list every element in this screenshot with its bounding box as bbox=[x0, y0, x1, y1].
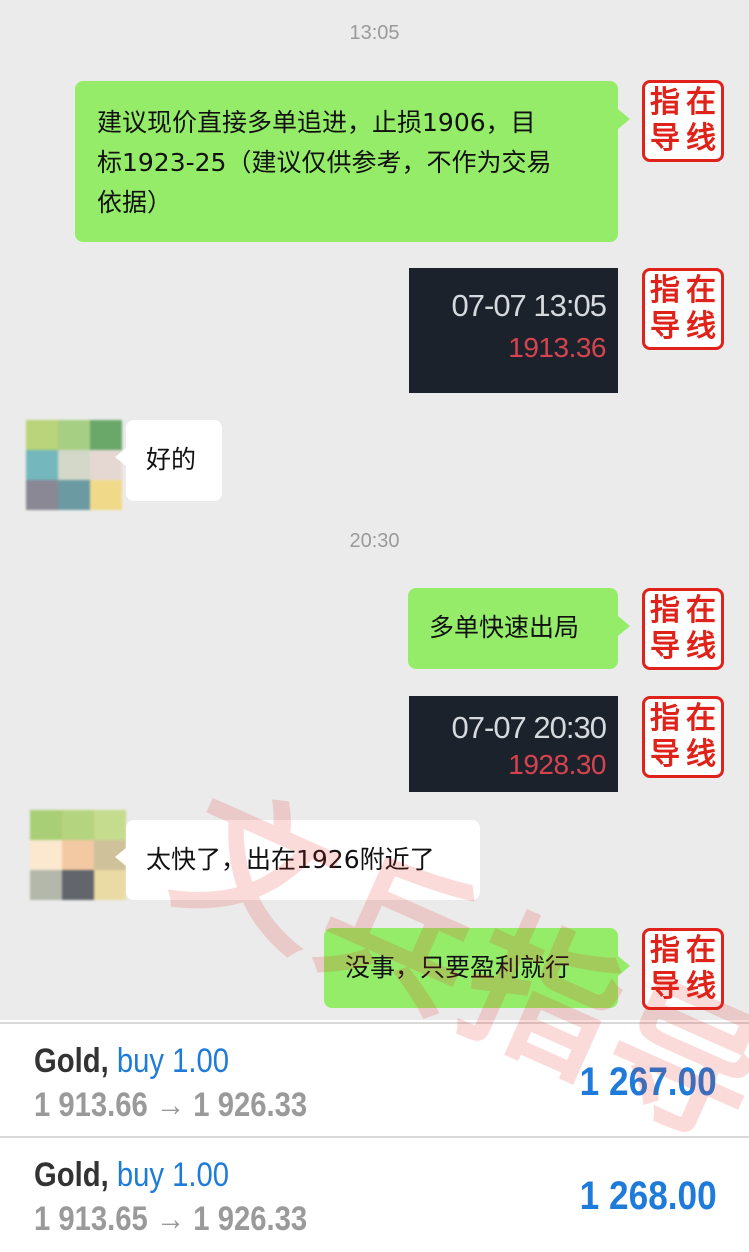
seal-char: 指 bbox=[650, 933, 680, 968]
message-text-line: 依据） bbox=[97, 188, 173, 217]
order-symbol: Gold, bbox=[34, 1042, 109, 1080]
seal-avatar[interactable]: 指 在 导 线 bbox=[642, 588, 724, 670]
order-list: Gold, buy 1.00 1 913.66 → 1 926.33 1 267… bbox=[0, 1020, 749, 1252]
seal-char: 指 bbox=[650, 273, 680, 308]
seal-char: 指 bbox=[650, 701, 680, 736]
seal-char: 在 bbox=[686, 701, 716, 736]
message-bubble-reply[interactable]: 太快了，出在1926附近了 bbox=[115, 820, 480, 900]
order-profit: 1 268.00 bbox=[579, 1174, 717, 1218]
seal-char: 线 bbox=[686, 969, 716, 1004]
order-profit: 1 267.00 bbox=[579, 1060, 717, 1104]
quote-image[interactable]: 07-07 20:30 1928.30 bbox=[409, 696, 618, 792]
order-title: Gold, buy 1.00 bbox=[34, 1156, 229, 1195]
message-bubble-profit[interactable]: 没事，只要盈利就行 bbox=[324, 928, 630, 1008]
message-text: 太快了，出在1926附近了 bbox=[146, 845, 435, 874]
order-side: buy 1.00 bbox=[116, 1156, 230, 1194]
seal-char: 指 bbox=[650, 85, 680, 120]
order-title: Gold, buy 1.00 bbox=[34, 1042, 229, 1081]
quote-price: 1913.36 bbox=[508, 332, 606, 363]
timestamp: 20:30 bbox=[349, 530, 400, 552]
message-text: 没事，只要盈利就行 bbox=[345, 953, 571, 982]
seal-char: 导 bbox=[650, 969, 680, 1004]
order-symbol: Gold, bbox=[34, 1156, 109, 1194]
seal-char: 线 bbox=[686, 629, 716, 664]
seal-char: 在 bbox=[686, 593, 716, 628]
seal-char: 线 bbox=[686, 121, 716, 156]
timestamp: 13:05 bbox=[349, 22, 400, 44]
seal-avatar[interactable]: 指 在 导 线 bbox=[642, 80, 724, 162]
order-side: buy 1.00 bbox=[116, 1042, 230, 1080]
seal-char: 线 bbox=[686, 309, 716, 344]
seal-avatar[interactable]: 指 在 导 线 bbox=[642, 928, 724, 1010]
message-text-line: 建议现价直接多单追进，止损1906，目 bbox=[97, 108, 536, 137]
message-bubble-exit[interactable]: 多单快速出局 bbox=[408, 588, 630, 669]
user-avatar-blurred[interactable] bbox=[30, 810, 126, 900]
message-text-line: 标1923-25（建议仅供参考，不作为交易 bbox=[97, 148, 552, 177]
seal-avatar[interactable]: 指 在 导 线 bbox=[642, 268, 724, 350]
order-prices: 1 913.65 → 1 926.33 bbox=[34, 1200, 308, 1238]
seal-char: 导 bbox=[650, 737, 680, 772]
seal-char: 线 bbox=[686, 737, 716, 772]
seal-char: 导 bbox=[650, 629, 680, 664]
seal-char: 在 bbox=[686, 273, 716, 308]
message-text: 多单快速出局 bbox=[429, 613, 580, 642]
quote-time: 07-07 13:05 bbox=[451, 288, 607, 323]
seal-char: 指 bbox=[650, 593, 680, 628]
seal-char: 导 bbox=[650, 121, 680, 156]
seal-char: 在 bbox=[686, 933, 716, 968]
seal-char: 在 bbox=[686, 85, 716, 120]
message-text: 好的 bbox=[146, 445, 197, 474]
message-bubble-advice[interactable]: 建议现价直接多单追进，止损1906，目 标1923-25（建议仅供参考，不作为交… bbox=[75, 81, 630, 242]
quote-image[interactable]: 07-07 13:05 1913.36 bbox=[409, 268, 618, 393]
user-avatar-blurred[interactable] bbox=[26, 420, 122, 510]
message-bubble-reply[interactable]: 好的 bbox=[115, 420, 222, 501]
quote-price: 1928.30 bbox=[508, 749, 606, 780]
order-row[interactable]: Gold, buy 1.00 1 913.66 → 1 926.33 1 267… bbox=[0, 1022, 749, 1136]
seal-char: 导 bbox=[650, 309, 680, 344]
quote-time: 07-07 20:30 bbox=[451, 710, 607, 745]
seal-avatar[interactable]: 指 在 导 线 bbox=[642, 696, 724, 778]
order-row[interactable]: Gold, buy 1.00 1 913.65 → 1 926.33 1 268… bbox=[0, 1136, 749, 1250]
order-prices: 1 913.66 → 1 926.33 bbox=[34, 1086, 308, 1124]
chat-area: 13:05 建议现价直接多单追进，止损1906，目 标1923-25（建议仅供参… bbox=[0, 0, 749, 1020]
